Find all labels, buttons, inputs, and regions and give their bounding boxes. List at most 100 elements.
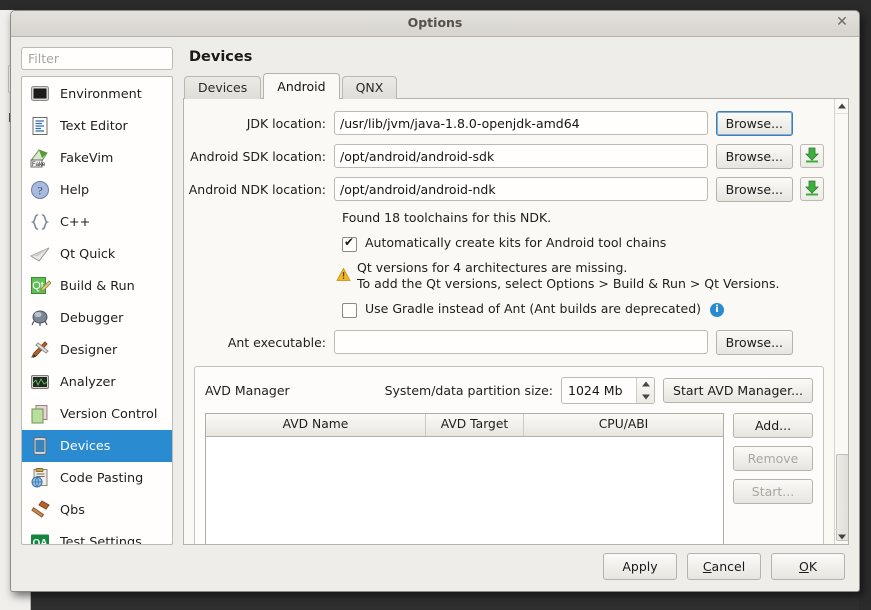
sidebar-item-label: Build & Run xyxy=(60,278,135,294)
sidebar-item-label: FakeVim xyxy=(60,150,114,166)
ok-mnemonic: O xyxy=(798,558,809,574)
sidebar-item-label: Qt Quick xyxy=(60,246,116,262)
pencil-ruler-icon xyxy=(29,339,51,361)
spin-down-icon[interactable] xyxy=(637,391,654,404)
jdk-browse-button[interactable]: Browse... xyxy=(715,110,793,136)
ant-executable-row: Ant executable: Browse... xyxy=(184,329,824,355)
use-gradle-checkbox[interactable] xyxy=(342,303,357,318)
sidebar-item-label: Environment xyxy=(60,86,142,102)
desktop-backdrop-top xyxy=(0,0,871,10)
hammer-icon xyxy=(29,499,51,521)
cancel-rest: ancel xyxy=(711,558,746,574)
auto-create-kits-row[interactable]: Automatically create kits for Android to… xyxy=(342,235,824,252)
desktop-backdrop-right xyxy=(859,0,871,610)
oscilloscope-icon xyxy=(29,371,51,393)
sidebar-item-environment[interactable]: Environment xyxy=(22,78,172,110)
use-gradle-row[interactable]: Use Gradle instead of Ant (Ant builds ar… xyxy=(342,301,824,318)
partition-size-label: System/data partition size: xyxy=(384,383,554,398)
filter-input[interactable] xyxy=(21,47,173,71)
auto-create-kits-label: Automatically create kits for Android to… xyxy=(365,235,667,250)
sidebar-item-cpp[interactable]: C++ xyxy=(22,206,172,238)
sidebar-item-code-pasting[interactable]: Code Pasting xyxy=(22,462,172,494)
info-icon[interactable]: i xyxy=(710,303,725,317)
sdk-location-row: Android SDK location: Browse... xyxy=(184,143,824,169)
sdk-location-input[interactable] xyxy=(334,144,708,168)
partition-size-stepper[interactable] xyxy=(561,377,656,404)
ndk-location-row: Android NDK location: Browse... xyxy=(184,176,824,202)
tabstrip: Devices Android QNX xyxy=(184,73,849,99)
android-tab-panel: JDK location: Browse... Android SDK loca… xyxy=(183,98,849,545)
sidebar-item-label: Version Control xyxy=(60,406,158,422)
dialog-body: Environment Text Editor xyxy=(11,37,859,545)
jdk-location-label: JDK location: xyxy=(246,115,326,131)
apply-button[interactable]: Apply xyxy=(603,552,677,580)
dialog-footer: Apply Cancel OK xyxy=(11,545,859,591)
sidebar-item-help[interactable]: ? Help xyxy=(22,174,172,206)
sidebar-item-label: Debugger xyxy=(60,310,124,326)
sidebar-item-qt-quick[interactable]: Qt Quick xyxy=(22,238,172,270)
auto-create-kits-checkbox[interactable] xyxy=(342,235,357,252)
warning-line-1: Qt versions for 4 architectures are miss… xyxy=(357,260,628,275)
qa-badge-icon: QA xyxy=(29,531,51,545)
download-arrow-icon[interactable] xyxy=(800,144,824,168)
ok-button[interactable]: OK xyxy=(771,552,845,580)
sidebar-item-build-run[interactable]: Qt Build & Run xyxy=(22,270,172,302)
dialog-title: Options xyxy=(407,15,463,30)
download-arrow-icon[interactable] xyxy=(800,177,824,201)
sdk-location-label: Android SDK location: xyxy=(190,148,326,164)
sidebar-item-label: Help xyxy=(60,182,90,198)
sidebar-item-label: Test Settings xyxy=(60,534,142,545)
sidebar-item-fakevim[interactable]: Fake FakeVim xyxy=(22,142,172,174)
close-icon[interactable]: ✕ xyxy=(834,15,850,31)
tab-qnx[interactable]: QNX xyxy=(341,76,398,99)
sidebar-item-designer[interactable]: Designer xyxy=(22,334,172,366)
spin-up-icon[interactable] xyxy=(637,378,654,391)
avd-manager-body: AVD Name AVD Target CPU/ABI Add... Remov… xyxy=(205,413,813,544)
sidebar-item-debugger[interactable]: Debugger xyxy=(22,302,172,334)
avd-start-button[interactable]: Start... xyxy=(733,479,813,504)
ant-executable-input[interactable] xyxy=(334,330,708,354)
start-avd-manager-button[interactable]: Start AVD Manager... xyxy=(663,378,813,403)
category-list[interactable]: Environment Text Editor Fake FakeVim ? H… xyxy=(21,76,173,545)
sidebar-item-devices[interactable]: Devices xyxy=(22,430,172,463)
jdk-location-row: JDK location: Browse... xyxy=(184,110,824,136)
avd-table[interactable]: AVD Name AVD Target CPU/ABI xyxy=(205,413,724,544)
tab-android[interactable]: Android xyxy=(263,73,340,99)
svg-text:?: ? xyxy=(37,184,42,198)
avd-remove-button[interactable]: Remove xyxy=(733,446,813,471)
fakevim-icon: Fake xyxy=(29,147,51,169)
sidebar-item-qbs[interactable]: Qbs xyxy=(22,494,172,526)
scroll-down-arrow-icon[interactable] xyxy=(835,529,848,544)
avd-column-cpuabi[interactable]: CPU/ABI xyxy=(524,414,723,436)
avd-add-button[interactable]: Add... xyxy=(733,413,813,438)
sidebar-item-label: Analyzer xyxy=(60,374,116,390)
ant-browse-button[interactable]: Browse... xyxy=(715,329,793,355)
sidebar-item-label: Designer xyxy=(60,342,118,358)
sidebar-item-test-settings[interactable]: QA Test Settings xyxy=(22,526,172,545)
scrollbar-thumb[interactable] xyxy=(836,454,848,541)
avd-column-name[interactable]: AVD Name xyxy=(206,414,426,436)
cancel-button[interactable]: Cancel xyxy=(687,552,761,580)
vertical-scrollbar[interactable] xyxy=(834,99,848,544)
tab-devices[interactable]: Devices xyxy=(184,76,262,99)
copy-pages-icon xyxy=(29,403,51,425)
sidebar-item-label: Devices xyxy=(60,438,111,454)
ndk-location-input[interactable] xyxy=(334,177,708,201)
avd-column-target[interactable]: AVD Target xyxy=(426,414,524,436)
sidebar-item-version-control[interactable]: Version Control xyxy=(22,398,172,430)
partition-size-input[interactable] xyxy=(562,378,637,403)
ndk-browse-button[interactable]: Browse... xyxy=(715,176,793,202)
clipboard-globe-icon xyxy=(29,467,51,489)
sidebar-item-analyzer[interactable]: Analyzer xyxy=(22,366,172,398)
jdk-location-input[interactable] xyxy=(334,111,708,135)
qt-build-icon: Qt xyxy=(29,275,52,297)
sdk-browse-button[interactable]: Browse... xyxy=(715,143,793,169)
options-dialog: Options ✕ Environment xyxy=(10,10,860,592)
warning-triangle-icon xyxy=(336,267,351,282)
scroll-up-arrow-icon[interactable] xyxy=(835,99,848,114)
svg-text:QA: QA xyxy=(33,538,48,545)
sidebar-item-text-editor[interactable]: Text Editor xyxy=(22,110,172,142)
tablet-device-icon xyxy=(29,435,51,457)
monitor-icon xyxy=(29,83,51,105)
avd-manager-header: AVD Manager System/data partition size: … xyxy=(205,377,813,404)
